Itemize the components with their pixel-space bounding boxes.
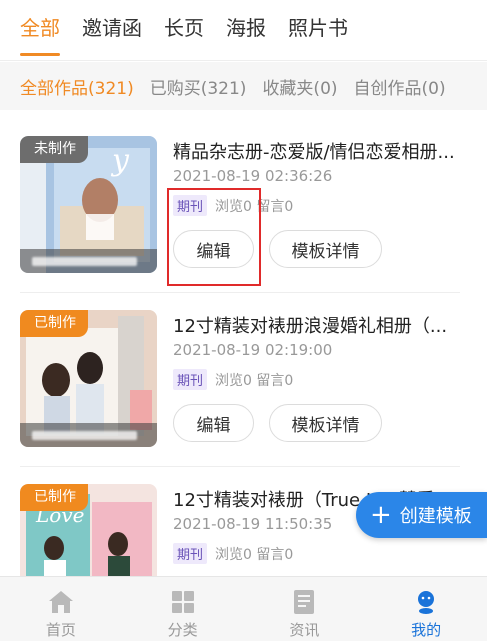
filter-self-created[interactable]: 自创作品(0) (354, 74, 446, 99)
nav-category[interactable]: 分类 (122, 577, 244, 641)
category-tag: 期刊 (173, 543, 208, 564)
view-comment-stats: 浏览0 留言0 (215, 372, 294, 389)
category-tag: 期刊 (173, 369, 208, 390)
work-thumbnail[interactable]: Love 已制作 (20, 484, 157, 576)
user-icon (418, 591, 435, 614)
card-divider (20, 292, 460, 293)
work-meta: 期刊 浏览0 留言0 (173, 369, 293, 390)
work-card[interactable]: 已制作 12寸精装对裱册浪漫婚礼相册（... 2021-08-19 02:19:… (0, 310, 487, 482)
nav-label: 分类 (167, 621, 198, 639)
nav-label: 资讯 (289, 621, 320, 639)
highlight-box (167, 188, 261, 286)
work-timestamp: 2021-08-19 02:36:26 (173, 167, 333, 185)
tab-all[interactable]: 全部 (20, 0, 60, 60)
create-template-label: 创建模板 (399, 506, 472, 527)
template-detail-button[interactable]: 模板详情 (269, 230, 382, 268)
tab-divider (0, 60, 487, 61)
work-thumbnail[interactable]: y 未制作 (20, 136, 157, 273)
card-divider (20, 466, 460, 467)
tab-invitation[interactable]: 邀请函 (82, 0, 142, 60)
tab-long-page[interactable]: 长页 (164, 0, 204, 60)
grid-icon (171, 591, 194, 613)
home-icon (48, 591, 73, 613)
tab-poster[interactable]: 海报 (226, 0, 266, 60)
filter-all-works[interactable]: 全部作品(321) (20, 74, 134, 99)
filter-purchased[interactable]: 已购买(321) (150, 74, 247, 99)
status-badge: 已制作 (20, 484, 88, 511)
svg-text:y: y (110, 143, 130, 178)
edit-button[interactable]: 编辑 (173, 404, 254, 442)
work-meta: 期刊 浏览0 留言0 (173, 543, 293, 564)
work-timestamp: 2021-08-19 02:19:00 (173, 341, 333, 359)
nav-home[interactable]: 首页 (0, 577, 122, 641)
view-comment-stats: 浏览0 留言0 (215, 546, 294, 563)
thumbnail-caption (20, 249, 157, 273)
thumbnail-caption (20, 423, 157, 447)
status-badge: 未制作 (20, 136, 88, 163)
work-thumbnail[interactable]: 已制作 (20, 310, 157, 447)
work-timestamp: 2021-08-19 11:50:35 (173, 515, 333, 533)
template-detail-button[interactable]: 模板详情 (269, 404, 382, 442)
nav-mine[interactable]: 我的 (365, 577, 487, 641)
nav-news[interactable]: 资讯 (244, 577, 366, 641)
filter-favorites[interactable]: 收藏夹(0) (262, 74, 337, 99)
work-title[interactable]: 12寸精装对裱册浪漫婚礼相册（... (173, 312, 473, 338)
create-template-button[interactable]: + 创建模板 (356, 492, 487, 538)
work-title[interactable]: 精品杂志册-恋爱版/情侣恋爱相册... (173, 138, 473, 164)
nav-label: 首页 (45, 621, 76, 639)
news-icon (294, 590, 315, 614)
filter-bar: 全部作品(321) 已购买(321) 收藏夹(0) 自创作品(0) (0, 62, 487, 110)
status-badge: 已制作 (20, 310, 88, 337)
top-tab-bar: 全部 邀请函 长页 海报 照片书 (0, 0, 487, 60)
bottom-nav: 首页 分类 资讯 我的 (0, 576, 487, 641)
tab-photo-book[interactable]: 照片书 (288, 0, 348, 60)
nav-label: 我的 (411, 621, 442, 639)
plus-icon: + (370, 500, 392, 530)
